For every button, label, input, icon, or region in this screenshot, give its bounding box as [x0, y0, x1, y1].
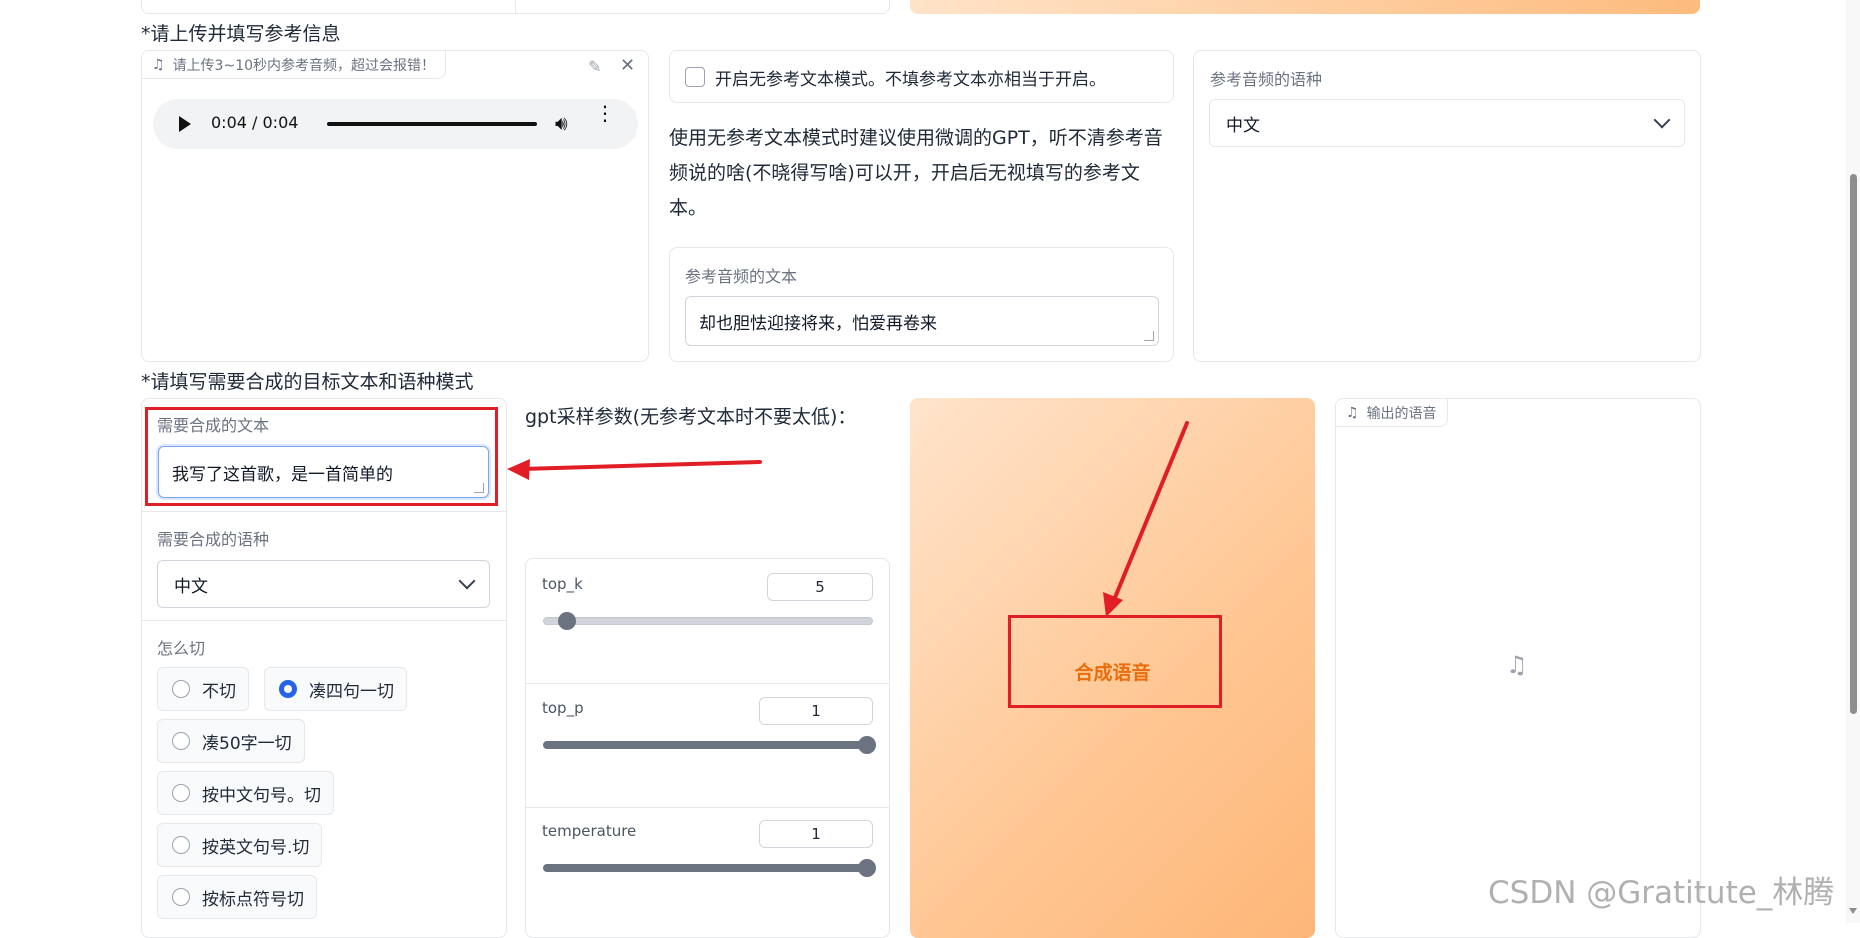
close-icon[interactable]: ✕	[620, 55, 635, 76]
music-note-icon: ♫	[152, 56, 165, 73]
ref-text-panel: 参考音频的文本 却也胆怯迎接将来，怕爱再卷来	[669, 247, 1174, 362]
temperature-slider-track[interactable]	[543, 864, 873, 872]
divider	[142, 511, 506, 512]
annotation-highlight-box	[145, 407, 498, 506]
divider	[526, 683, 889, 684]
scrollbar[interactable]	[1846, 0, 1860, 923]
temperature-label: temperature	[542, 822, 637, 840]
ref-audio-label: 请上传3~10秒内参考音频，超过会报错！	[172, 57, 436, 74]
audio-time: 0:04 / 0:04	[211, 113, 299, 132]
split-method-label: 怎么切	[157, 639, 206, 658]
top-p-slider-thumb[interactable]	[858, 736, 876, 754]
ref-text-value: 却也胆怯迎接将来，怕爱再卷来	[699, 313, 937, 334]
split-option-label: 不切	[202, 681, 236, 702]
watermark: CSDN @Gratitute_林腾	[1488, 875, 1835, 911]
output-audio-panel: ♫ 输出的语音 ♫	[1335, 398, 1701, 938]
top-p-slider-track[interactable]	[543, 741, 873, 749]
temperature-slider-thumb[interactable]	[858, 859, 876, 877]
scrollbar-thumb[interactable]	[1850, 174, 1857, 714]
split-option-en-period[interactable]: 按英文句号.切	[157, 823, 323, 867]
target-lang-dropdown[interactable]: 中文	[157, 560, 490, 608]
music-note-placeholder-icon: ♫	[1506, 651, 1528, 679]
split-option-label: 按标点符号切	[202, 889, 304, 910]
radio-unselected-icon[interactable]	[172, 732, 190, 750]
split-option-punctuation[interactable]: 按标点符号切	[157, 875, 317, 919]
no-ref-checkbox[interactable]	[685, 67, 705, 87]
no-ref-checkbox-label: 开启无参考文本模式。不填参考文本亦相当于开启。	[715, 70, 1106, 90]
target-lang-value: 中文	[174, 576, 208, 597]
ref-lang-label: 参考音频的语种	[1210, 70, 1323, 89]
previous-orange-button-remnant[interactable]	[910, 0, 1700, 14]
ref-section-title: *请上传并填写参考信息	[141, 23, 341, 45]
top-k-label: top_k	[542, 575, 583, 593]
radio-selected-icon[interactable]	[279, 680, 297, 698]
split-option-cn-period[interactable]: 按中文句号。切	[157, 771, 334, 815]
split-option-label: 凑四句一切	[309, 681, 394, 702]
temperature-input[interactable]: 1	[759, 820, 873, 848]
annotation-highlight-box	[1008, 615, 1222, 708]
ref-lang-panel: 参考音频的语种 中文	[1193, 50, 1701, 362]
output-audio-label-tag: ♫ 输出的语音	[1336, 399, 1448, 427]
top-k-slider-thumb[interactable]	[558, 612, 576, 630]
target-section-title: *请填写需要合成的目标文本和语种模式	[141, 371, 474, 393]
audio-progress-bar[interactable]	[327, 122, 537, 126]
arrow-to-target-text	[507, 459, 762, 480]
ref-lang-dropdown[interactable]: 中文	[1209, 99, 1685, 147]
edit-icon[interactable]: ✎	[588, 57, 601, 76]
scroll-down-arrow-icon[interactable]	[1849, 908, 1857, 914]
ref-text-input[interactable]: 却也胆怯迎接将来，怕爱再卷来	[685, 296, 1159, 346]
ref-audio-panel[interactable]: ♫ 请上传3~10秒内参考音频，超过会报错！ ✎ ✕ 0:04 / 0:04 🔊…	[141, 50, 649, 362]
no-ref-mode-panel[interactable]: 开启无参考文本模式。不填参考文本亦相当于开启。	[669, 50, 1174, 103]
top-p-input[interactable]: 1	[759, 697, 873, 725]
resize-handle-icon[interactable]	[1144, 331, 1154, 341]
radio-unselected-icon[interactable]	[172, 784, 190, 802]
audio-player[interactable]: 0:04 / 0:04 🔊︎ ⋮	[153, 99, 638, 149]
radio-unselected-icon[interactable]	[172, 680, 190, 698]
chevron-down-icon	[458, 572, 476, 590]
ref-text-label: 参考音频的文本	[685, 267, 798, 286]
volume-icon[interactable]: 🔊︎	[555, 111, 568, 135]
divider	[526, 807, 889, 808]
split-option-fifty-chars[interactable]: 凑50字一切	[157, 719, 305, 763]
ref-lang-value: 中文	[1226, 115, 1260, 136]
music-note-icon: ♫	[1346, 404, 1359, 421]
top-p-label: top_p	[542, 699, 584, 717]
play-icon[interactable]	[179, 116, 191, 132]
output-audio-label: 输出的语音	[1366, 405, 1437, 422]
split-option-label: 凑50字一切	[202, 733, 292, 754]
no-ref-hint-text: 使用无参考文本模式时建议使用微调的GPT，听不清参考音频说的啥(不晓得写啥)可以…	[669, 127, 1163, 219]
radio-unselected-icon[interactable]	[172, 888, 190, 906]
split-option-no-split[interactable]: 不切	[157, 667, 249, 711]
top-k-slider-track[interactable]	[543, 617, 873, 625]
radio-unselected-icon[interactable]	[172, 836, 190, 854]
ref-audio-label-tag: ♫ 请上传3~10秒内参考音频，超过会报错！	[142, 51, 447, 79]
split-option-four-sentences[interactable]: 凑四句一切	[264, 667, 407, 711]
target-lang-label: 需要合成的语种	[157, 530, 270, 549]
gpt-params-title: gpt采样参数(无参考文本时不要太低)：	[525, 406, 857, 428]
previous-panel-divider	[515, 0, 516, 14]
chevron-down-icon	[1653, 111, 1671, 129]
top-k-input[interactable]: 5	[767, 573, 873, 601]
split-option-label: 按中文句号。切	[202, 785, 321, 806]
more-options-icon[interactable]: ⋮	[595, 103, 615, 123]
split-option-label: 按英文句号.切	[202, 837, 310, 858]
divider	[142, 620, 506, 621]
gpt-params-panel: top_k 5 top_p 1 temperature 1	[525, 558, 890, 938]
